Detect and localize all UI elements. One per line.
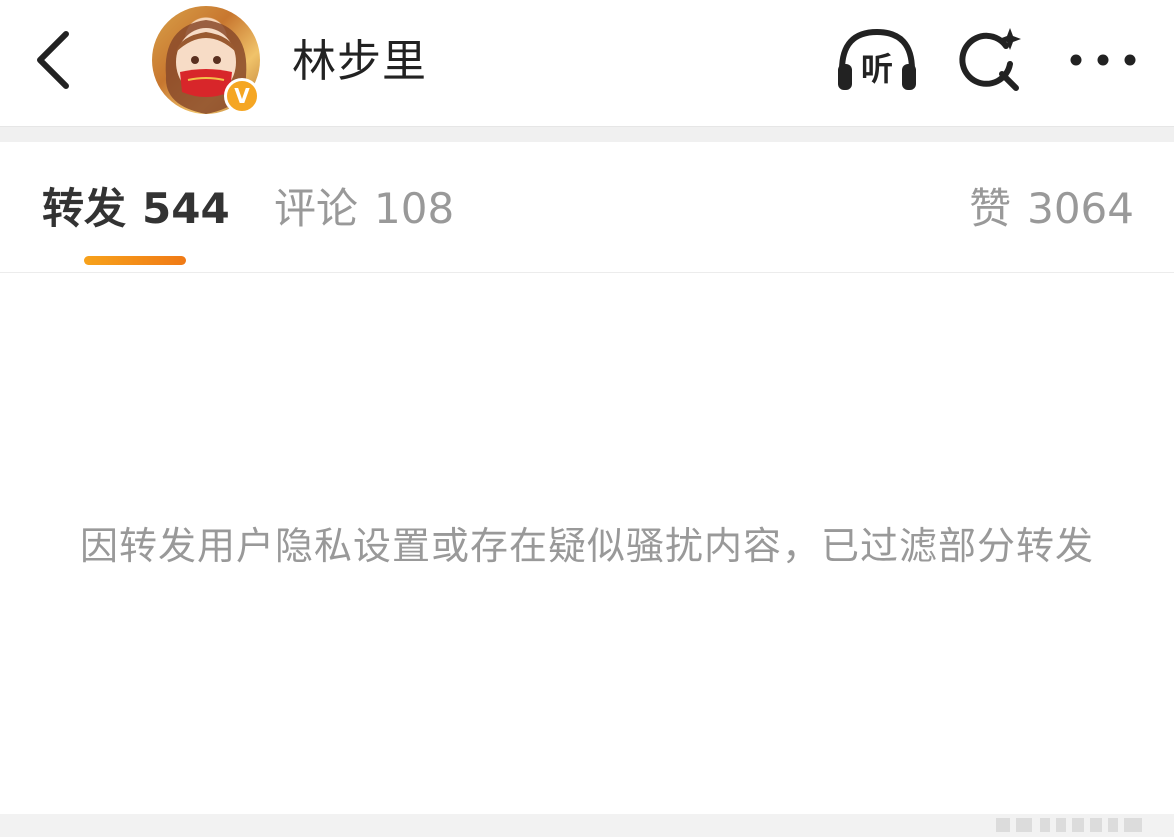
filter-notice: 因转发用户隐私设置或存在疑似骚扰内容，已过滤部分转发 <box>79 524 1094 568</box>
tab-count: 108 <box>374 184 455 233</box>
tab-count: 544 <box>142 184 230 233</box>
section-divider <box>0 126 1174 142</box>
tab-bar: 转发 544 评论 108 赞 3064 <box>0 142 1174 273</box>
tab-count: 3064 <box>1027 184 1134 233</box>
more-button[interactable] <box>1066 38 1140 82</box>
page: V 林步里 听 转发 544 评论 108 赞 3064 因转发用户隐私设置或存… <box>0 0 1174 837</box>
username[interactable]: 林步里 <box>292 36 427 88</box>
tab-label: 评论 <box>274 184 359 233</box>
listen-button[interactable]: 听 <box>834 24 920 96</box>
header-bar: V 林步里 听 <box>0 0 1174 126</box>
watermark-icon <box>996 818 1142 832</box>
back-button[interactable] <box>28 26 84 94</box>
tab-repost[interactable]: 转发 544 <box>42 182 230 236</box>
tab-like[interactable]: 赞 3064 <box>969 182 1134 236</box>
tab-label: 转发 <box>42 184 127 233</box>
search-sparkle-icon <box>959 28 1021 91</box>
more-dots-icon <box>1070 54 1136 66</box>
chevron-left-icon <box>37 31 69 89</box>
avatar[interactable]: V <box>152 6 264 118</box>
verified-badge: V <box>224 78 260 114</box>
tab-label: 赞 <box>969 184 1012 233</box>
tab-comment[interactable]: 评论 108 <box>274 182 454 236</box>
bottom-bar <box>0 814 1174 837</box>
search-button[interactable] <box>954 24 1026 96</box>
active-tab-indicator <box>84 256 186 265</box>
listen-label: 听 <box>861 50 893 88</box>
headphones-icon: 听 <box>838 28 916 90</box>
